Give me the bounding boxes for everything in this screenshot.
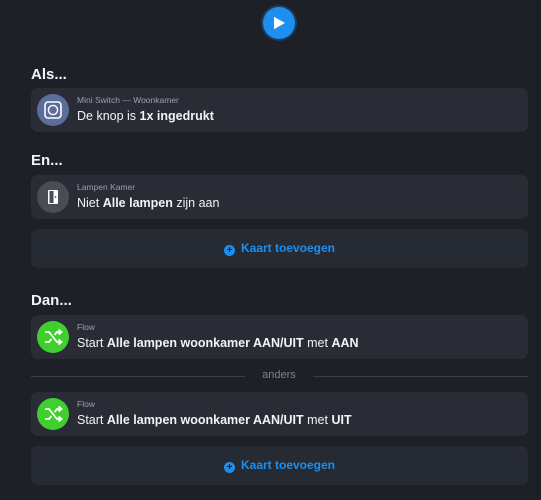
card-type-label: Flow (77, 322, 95, 332)
plus-icon: + (223, 245, 235, 256)
add-card-label: Kaart toevoegen (240, 241, 336, 255)
shuffle-icon (37, 321, 69, 353)
trigger-card[interactable]: Mini Switch — Woonkamer De knop is 1x in… (31, 88, 528, 132)
add-condition-card-button[interactable]: + Kaart toevoegen (31, 229, 528, 268)
add-card-label: Kaart toevoegen (240, 458, 336, 472)
action-card[interactable]: Flow Start Alle lampen woonkamer AAN/UIT… (31, 315, 528, 359)
section-title-when: Als... (31, 66, 67, 83)
flow-editor: Als... Mini Switch — Woonkamer De knop i… (0, 0, 536, 500)
else-divider: anders (31, 369, 528, 381)
else-action-card[interactable]: Flow Start Alle lampen woonkamer AAN/UIT… (31, 392, 528, 436)
add-action-card-button[interactable]: + Kaart toevoegen (31, 446, 528, 485)
play-icon (274, 16, 285, 30)
shuffle-icon (37, 398, 69, 430)
test-flow-button[interactable] (263, 7, 295, 39)
section-title-then: Dan... (31, 292, 72, 309)
switch-icon (37, 94, 69, 126)
card-type-label: Flow (77, 399, 95, 409)
section-title-and: En... (31, 152, 63, 169)
door-icon (37, 181, 69, 213)
condition-card[interactable]: Lampen Kamer Niet Alle lampen zijn aan (31, 175, 528, 219)
else-label: anders (262, 369, 296, 381)
card-title: De knop is 1x ingedrukt (77, 109, 214, 123)
card-title: Start Alle lampen woonkamer AAN/UIT met … (77, 336, 359, 350)
card-device-label: Mini Switch — Woonkamer (77, 95, 179, 105)
card-title: Start Alle lampen woonkamer AAN/UIT met … (77, 413, 352, 427)
card-title: Niet Alle lampen zijn aan (77, 196, 220, 210)
plus-icon: + (223, 462, 235, 473)
card-device-label: Lampen Kamer (77, 182, 136, 192)
